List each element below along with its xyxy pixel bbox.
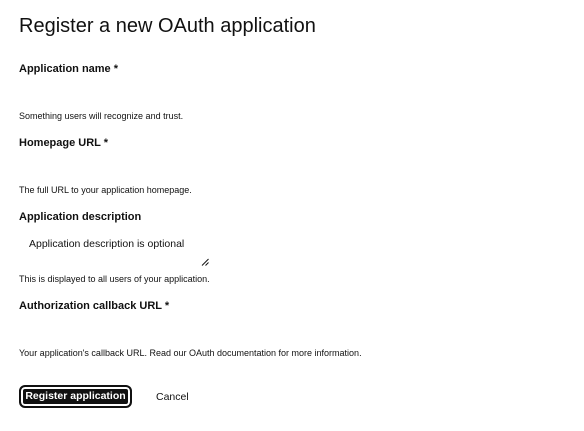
required-marker: * [103, 137, 109, 149]
application-name-input[interactable] [19, 82, 319, 102]
application-description-textarea[interactable] [19, 231, 211, 267]
cancel-button[interactable]: Cancel [156, 389, 189, 405]
application-description-label-text: Application description [19, 211, 142, 223]
required-marker: * [113, 63, 119, 75]
homepage-url-label-text: Homepage URL [19, 137, 101, 149]
callback-url-label: Authorization callback URL * [19, 299, 169, 313]
homepage-url-label: Homepage URL * [19, 136, 108, 150]
callback-url-label-text: Authorization callback URL [19, 300, 162, 312]
page-title: Register a new OAuth application [19, 15, 316, 37]
application-name-label-text: Application name [19, 63, 111, 75]
register-application-button[interactable]: Register application [19, 385, 132, 408]
application-name-label: Application name * [19, 62, 118, 76]
callback-url-input[interactable] [19, 320, 319, 340]
homepage-url-input[interactable] [19, 156, 319, 176]
callback-url-hint: Your application's callback URL. Read ou… [19, 348, 362, 358]
application-name-hint: Something users will recognize and trust… [19, 111, 184, 121]
application-description-label: Application description [19, 210, 141, 224]
application-description-hint: This is displayed to all users of your a… [19, 274, 210, 284]
homepage-url-hint: The full URL to your application homepag… [19, 185, 192, 195]
resize-handle-icon[interactable] [201, 258, 209, 266]
required-marker: * [164, 300, 170, 312]
